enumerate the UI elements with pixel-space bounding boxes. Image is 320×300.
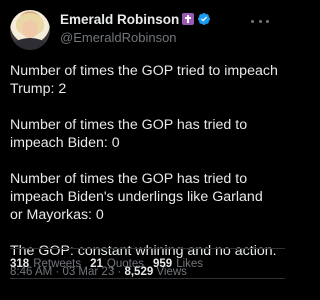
more-dot <box>266 19 269 23</box>
retweets-label: Retweets <box>33 257 82 270</box>
author-names: Emerald Robinson @EmeraldRobinson <box>60 10 211 45</box>
name-row: Emerald Robinson <box>60 10 211 28</box>
author-handle[interactable]: @EmeraldRobinson <box>60 30 211 45</box>
retweets-count: 318 <box>10 257 30 270</box>
avatar-shoulders <box>12 38 48 50</box>
retweets-stat[interactable]: 318 Retweets <box>10 258 81 270</box>
tweet-paragraph: Number of times the GOP tried to impeach… <box>10 63 278 97</box>
engagement-stats: 318 Retweets 21 Quotes 959 Likes <box>10 249 212 278</box>
tweet-paragraph: Number of times the GOP has tried to imp… <box>10 171 263 223</box>
divider <box>10 278 285 279</box>
avatar-face <box>22 20 38 38</box>
quotes-count: 21 <box>90 257 103 270</box>
more-dot <box>251 19 254 23</box>
likes-label: Likes <box>176 257 204 270</box>
avatar[interactable] <box>10 10 50 50</box>
more-options-icon[interactable] <box>251 14 269 28</box>
tweet-paragraph: Number of times the GOP has tried to imp… <box>10 117 248 151</box>
likes-count: 959 <box>153 257 173 270</box>
likes-stat[interactable]: 959 Likes <box>153 258 203 270</box>
more-dot <box>258 19 262 23</box>
tweet-header: Emerald Robinson @EmeraldRobinson <box>10 10 275 56</box>
cross-badge-icon <box>182 13 195 25</box>
tweet-text: Number of times the GOP tried to impeach… <box>10 62 278 260</box>
quotes-label: Quotes <box>106 257 144 270</box>
verified-badge-icon <box>198 13 211 25</box>
author-display-name[interactable]: Emerald Robinson <box>60 12 179 27</box>
quotes-stat[interactable]: 21 Quotes <box>90 258 144 270</box>
